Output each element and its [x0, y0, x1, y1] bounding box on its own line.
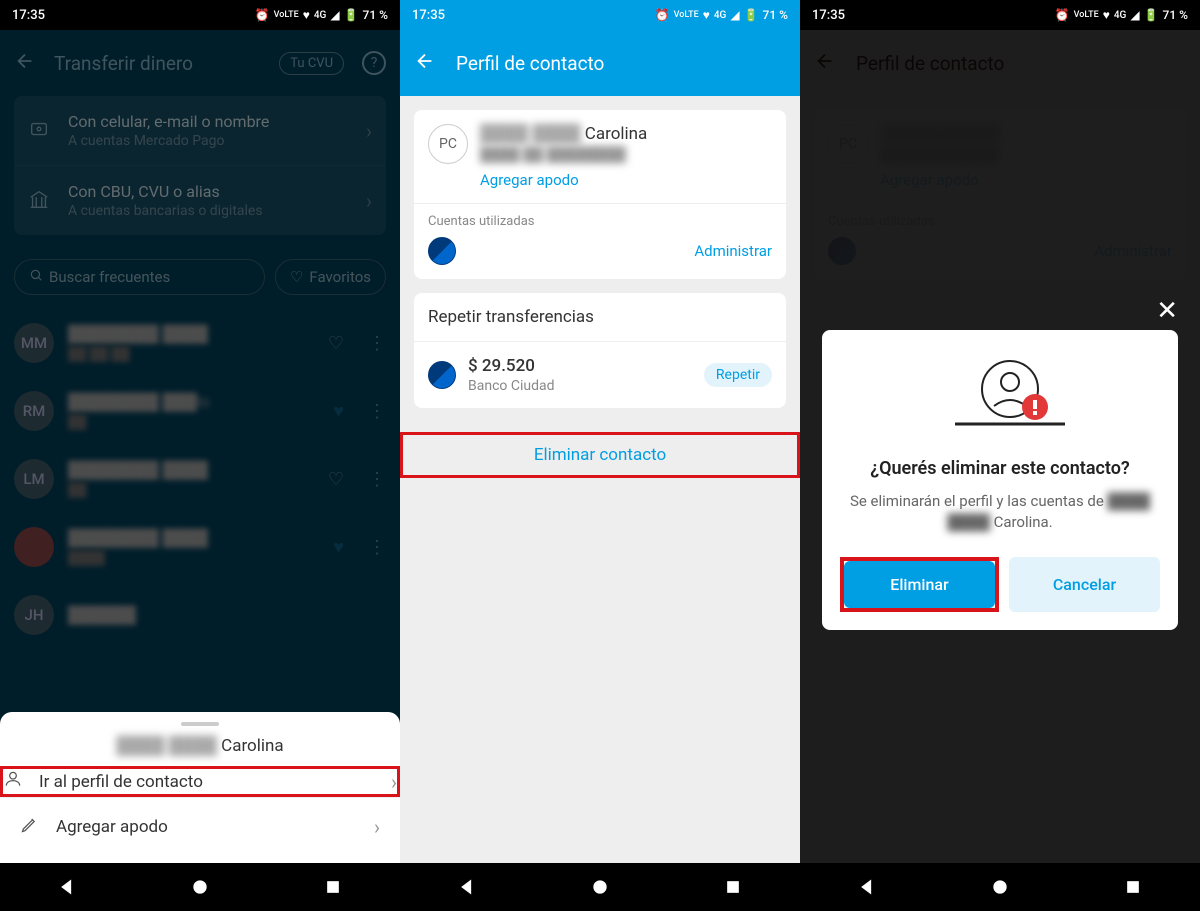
edit-icon [20, 814, 42, 839]
battery-icon: 🔋 [744, 8, 759, 22]
header: Perfil de contacto [400, 30, 800, 96]
accounts-label: Cuentas utilizadas [428, 214, 772, 229]
phone-screen-2: 17:35 ⏰ VoLTE ♥ 4G ◢ 🔋 71 % Perfil de co… [400, 0, 800, 911]
go-to-profile-button[interactable]: Ir al perfil de contacto › [0, 766, 400, 797]
dialog-text: Se eliminarán el perfil y las cuentas de… [840, 491, 1160, 533]
status-time: 17:35 [412, 8, 445, 23]
add-nickname-link[interactable]: Agregar apodo [480, 171, 647, 189]
back-arrow-icon[interactable] [414, 50, 436, 76]
signal-icon: ◢ [730, 8, 739, 22]
repeat-transfers-card: Repetir transferencias $ 29.520 Banco Ci… [414, 293, 786, 408]
status-bar: 17:35 ⏰ VoLTE ♥ 4G ◢ 🔋 71 % [800, 0, 1200, 30]
wifi-icon: ♥ [703, 8, 710, 22]
android-nav [0, 863, 400, 911]
android-nav [800, 863, 1200, 911]
avatar: PC [428, 124, 468, 164]
delete-contact-link[interactable]: Eliminar contacto [400, 432, 800, 478]
bank-logo-icon [428, 237, 456, 265]
status-time: 17:35 [12, 8, 45, 23]
battery-icon: 🔋 [1144, 8, 1159, 22]
nav-recent-icon[interactable] [1123, 877, 1143, 897]
nav-home-icon[interactable] [590, 877, 610, 897]
signal-icon: ◢ [1130, 8, 1139, 22]
profile-card: PC ████ ████ Carolina ████ ██ ████████ A… [414, 110, 786, 279]
transfer-item[interactable]: $ 29.520 Banco Ciudad Repetir [414, 342, 786, 408]
confirm-dialog: ¿Querés eliminar este contacto? Se elimi… [822, 330, 1178, 630]
nav-home-icon[interactable] [190, 877, 210, 897]
close-icon[interactable]: ✕ [1156, 296, 1178, 326]
status-bar: 17:35 ⏰ VoLTE ♥ 4G ◢ 🔋 71 % [0, 0, 400, 30]
wifi-icon: ♥ [1103, 8, 1110, 22]
nav-recent-icon[interactable] [323, 877, 343, 897]
bank-logo-icon [428, 361, 456, 389]
page-title: Perfil de contacto [456, 52, 604, 75]
drag-handle[interactable] [181, 722, 219, 726]
dialog-title: ¿Querés eliminar este contacto? [840, 458, 1160, 479]
alarm-icon: ⏰ [1055, 8, 1070, 22]
phone-screen-3: 17:35 ⏰ VoLTE ♥ 4G ◢ 🔋 71 % Perfil de co… [800, 0, 1200, 911]
profile-icon [3, 769, 25, 794]
battery-percent: 71 % [363, 8, 388, 22]
signal-icon: ◢ [330, 8, 339, 22]
administer-link[interactable]: Administrar [694, 242, 772, 260]
network-icon: 4G [314, 10, 327, 21]
volte-icon: VoLTE [274, 10, 299, 20]
phone-screen-1: 17:35 ⏰ VoLTE ♥ 4G ◢ 🔋 71 % Transferir d… [0, 0, 400, 911]
status-icons: ⏰ VoLTE ♥ 4G ◢ 🔋 71 % [655, 8, 788, 22]
contact-detail: ████ ██ ████████ [480, 146, 647, 163]
chevron-right-icon: › [374, 815, 380, 839]
nav-back-icon[interactable] [457, 877, 477, 897]
add-nickname-button[interactable]: Agregar apodo › [0, 797, 400, 855]
nav-home-icon[interactable] [990, 877, 1010, 897]
cancel-button[interactable]: Cancelar [1009, 557, 1160, 612]
status-time: 17:35 [812, 8, 845, 23]
repeat-title: Repetir transferencias [414, 293, 786, 342]
delete-contact-illustration-icon [950, 354, 1050, 438]
sheet-title: ████ ████ Carolina [0, 736, 400, 756]
sheet-row-label: Agregar apodo [56, 817, 360, 837]
sheet-row-label: Ir al perfil de contacto [39, 772, 377, 792]
confirm-delete-button[interactable]: Eliminar [844, 561, 995, 608]
nav-back-icon[interactable] [857, 877, 877, 897]
transfer-amount: $ 29.520 [468, 356, 692, 376]
nav-back-icon[interactable] [57, 877, 77, 897]
battery-icon: 🔋 [344, 8, 359, 22]
status-icons: ⏰ VoLTE ♥ 4G ◢ 🔋 71 % [255, 8, 388, 22]
alarm-icon: ⏰ [255, 8, 270, 22]
android-nav [400, 863, 800, 911]
alarm-icon: ⏰ [655, 8, 670, 22]
transfer-bank: Banco Ciudad [468, 378, 692, 394]
nav-recent-icon[interactable] [723, 877, 743, 897]
chevron-right-icon: › [391, 770, 397, 794]
bottom-sheet: ████ ████ Carolina Ir al perfil de conta… [0, 712, 400, 863]
wifi-icon: ♥ [303, 8, 310, 22]
contact-name: ████ ████ Carolina [480, 124, 647, 144]
status-bar: 17:35 ⏰ VoLTE ♥ 4G ◢ 🔋 71 % [400, 0, 800, 30]
status-icons: ⏰ VoLTE ♥ 4G ◢ 🔋 71 % [1055, 8, 1188, 22]
repeat-button[interactable]: Repetir [704, 363, 772, 387]
